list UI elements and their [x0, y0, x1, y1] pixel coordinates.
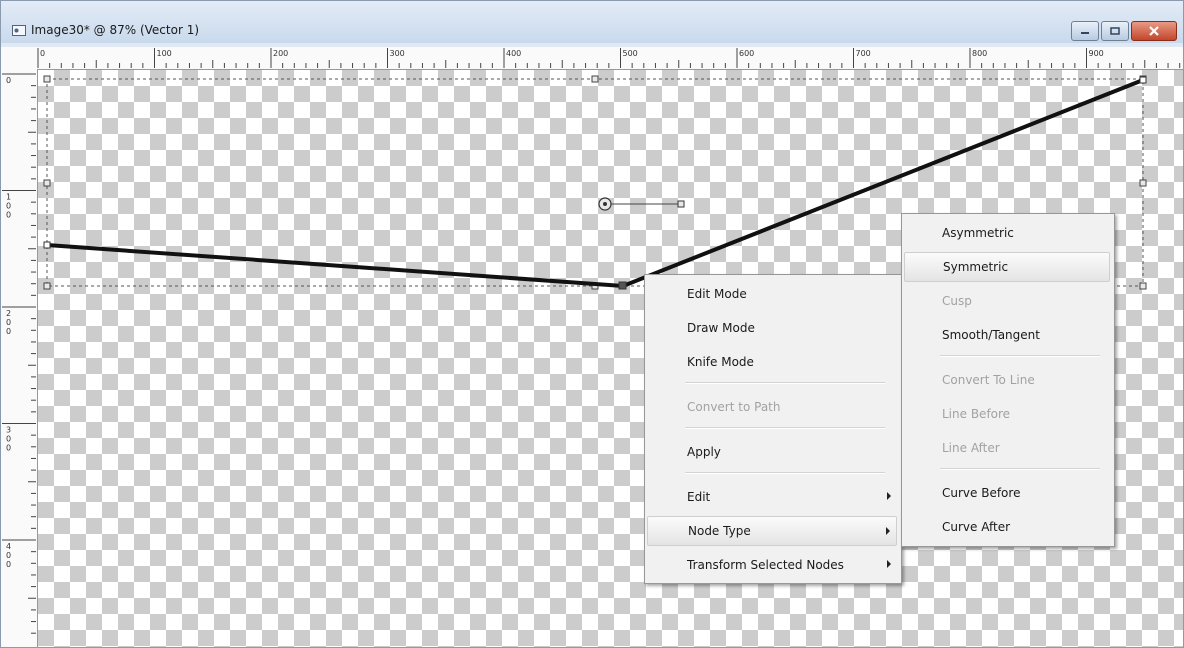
- menu-item-label: Draw Mode: [687, 321, 755, 335]
- menu-item-label: Apply: [687, 445, 721, 459]
- menu-item-convert-to-path[interactable]: Convert to Path: [647, 392, 897, 422]
- submenu-arrow-icon: [886, 527, 890, 535]
- menu-item-transform-selected-nodes[interactable]: Transform Selected Nodes: [647, 550, 897, 580]
- menu-item-edit-mode[interactable]: Edit Mode: [647, 279, 897, 309]
- submenu-item-symmetric[interactable]: Symmetric: [904, 252, 1110, 282]
- menu-item-label: Symmetric: [943, 260, 1009, 274]
- close-button[interactable]: [1131, 21, 1177, 41]
- menu-item-label: Knife Mode: [687, 355, 754, 369]
- menu-item-apply[interactable]: Apply: [647, 437, 897, 467]
- menu-separator: [685, 472, 885, 474]
- menu-item-label: Curve After: [942, 520, 1011, 534]
- menu-item-label: Edit: [687, 490, 711, 504]
- minimize-icon: [1081, 32, 1089, 34]
- menu-item-label: Transform Selected Nodes: [687, 558, 844, 572]
- submenu-item-line-after[interactable]: Line After: [904, 433, 1110, 463]
- node-type-submenu: Asymmetric Symmetric Cusp Smooth/Tangent…: [901, 213, 1115, 547]
- menu-item-label: Edit Mode: [687, 287, 747, 301]
- maximize-button[interactable]: [1101, 21, 1129, 41]
- menu-item-label: Convert To Line: [942, 373, 1035, 387]
- submenu-item-line-before[interactable]: Line Before: [904, 399, 1110, 429]
- submenu-item-smooth-tangent[interactable]: Smooth/Tangent: [904, 320, 1110, 350]
- image-document-icon: [12, 25, 26, 36]
- menu-item-label: Smooth/Tangent: [942, 328, 1040, 342]
- submenu-item-asymmetric[interactable]: Asymmetric: [904, 218, 1110, 248]
- submenu-arrow-icon: [887, 492, 891, 500]
- menu-item-edit[interactable]: Edit: [647, 482, 897, 512]
- menu-separator: [685, 382, 885, 384]
- vertical-ruler[interactable]: [1, 69, 38, 647]
- horizontal-ruler[interactable]: [37, 47, 1183, 70]
- window-title: Image30* @ 87% (Vector 1): [31, 23, 200, 37]
- submenu-item-curve-before[interactable]: Curve Before: [904, 478, 1110, 508]
- maximize-icon: [1110, 27, 1120, 35]
- menu-item-knife-mode[interactable]: Knife Mode: [647, 347, 897, 377]
- menu-separator: [940, 468, 1100, 470]
- menu-item-label: Line After: [942, 441, 1000, 455]
- minimize-button[interactable]: [1071, 21, 1099, 41]
- menu-item-label: Curve Before: [942, 486, 1021, 500]
- ruler-corner: [1, 47, 37, 69]
- submenu-item-convert-to-line[interactable]: Convert To Line: [904, 365, 1110, 395]
- menu-item-label: Cusp: [942, 294, 972, 308]
- menu-separator: [685, 427, 885, 429]
- menu-item-label: Line Before: [942, 407, 1011, 421]
- menu-item-node-type[interactable]: Node Type: [647, 516, 897, 546]
- menu-item-label: Asymmetric: [942, 226, 1014, 240]
- menu-item-label: Node Type: [688, 524, 751, 538]
- submenu-arrow-icon: [887, 560, 891, 568]
- menu-separator: [940, 355, 1100, 357]
- submenu-item-cusp[interactable]: Cusp: [904, 286, 1110, 316]
- menu-item-draw-mode[interactable]: Draw Mode: [647, 313, 897, 343]
- context-menu: Edit Mode Draw Mode Knife Mode Convert t…: [644, 274, 902, 584]
- submenu-item-curve-after[interactable]: Curve After: [904, 512, 1110, 542]
- menu-item-label: Convert to Path: [687, 400, 781, 414]
- title-bar[interactable]: Image30* @ 87% (Vector 1): [1, 1, 1183, 43]
- close-icon: [1149, 26, 1159, 36]
